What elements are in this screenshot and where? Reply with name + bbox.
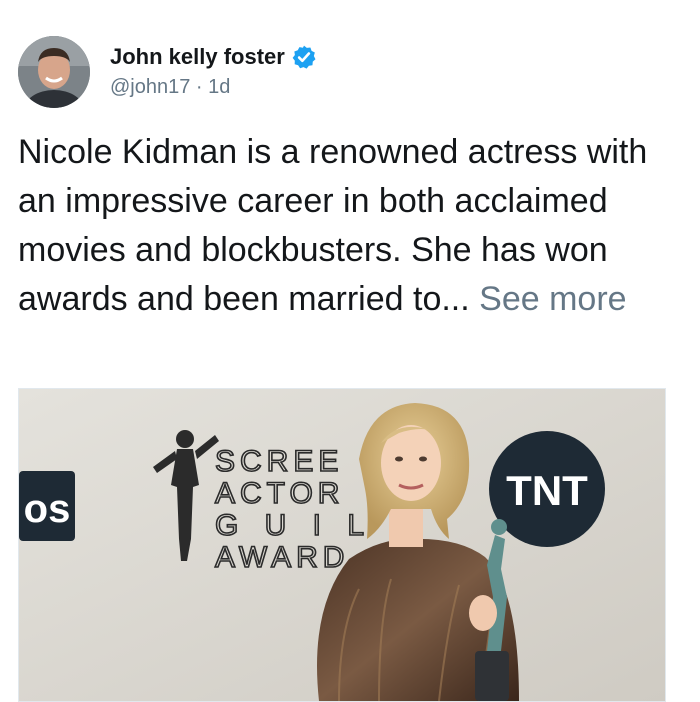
- backdrop-line-2: ACTOR: [215, 477, 344, 510]
- author-display-name[interactable]: John kelly foster: [110, 44, 285, 70]
- author-avatar[interactable]: [18, 36, 90, 108]
- tweet-timestamp[interactable]: 1d: [208, 76, 230, 98]
- tweet-body: Nicole Kidman is a renowned actress with…: [18, 128, 680, 324]
- backdrop-line-1: SCREE: [215, 445, 343, 478]
- tweet-media-image[interactable]: os SCREE ACTOR G U I L AWARD TNT: [18, 388, 666, 702]
- left-logo-text: os: [24, 487, 71, 531]
- author-handle[interactable]: @john17: [110, 76, 190, 98]
- awards-photo: os SCREE ACTOR G U I L AWARD TNT: [19, 389, 665, 701]
- author-name-line: John kelly foster: [110, 42, 317, 72]
- meta-separator: ·: [190, 76, 209, 98]
- see-more-link[interactable]: See more: [479, 280, 626, 318]
- backdrop-line-4: AWARD: [215, 541, 349, 574]
- tnt-logo-text: TNT: [506, 467, 588, 514]
- verified-badge-icon: [292, 45, 316, 69]
- tweet-header: John kelly foster @john17 · 1d: [18, 36, 678, 116]
- profile-photo-icon: [18, 36, 90, 108]
- author-meta: @john17 · 1d: [110, 76, 230, 99]
- backdrop-line-3: G U I L: [215, 509, 373, 542]
